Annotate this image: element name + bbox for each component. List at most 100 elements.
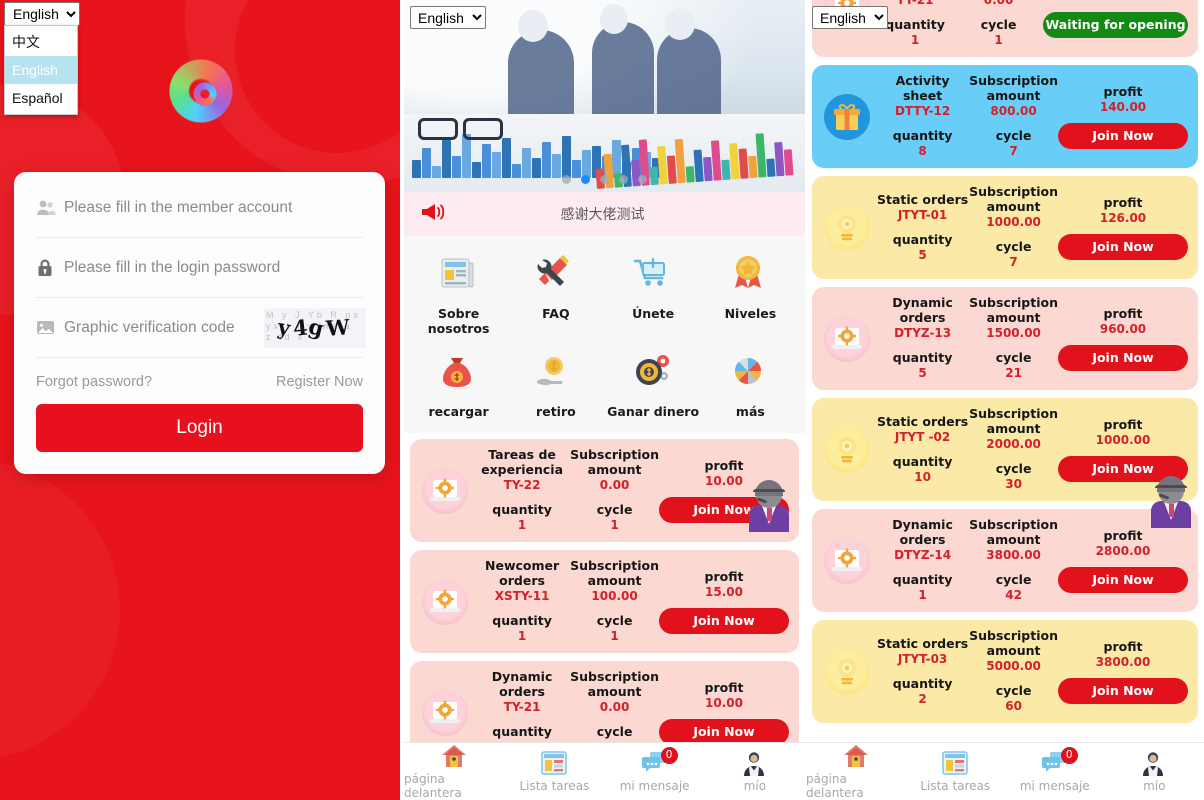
card-action-col: profit10.00Waiting for opening — [1043, 0, 1188, 38]
menu-item-8[interactable]: más — [702, 350, 799, 419]
menu-item-6[interactable]: retiro — [507, 350, 604, 419]
right-language-selector[interactable]: English — [812, 6, 888, 29]
card-cta-button[interactable]: Join Now — [1058, 123, 1188, 149]
customer-service-avatar[interactable] — [749, 480, 789, 532]
right-language-select[interactable]: English — [812, 6, 888, 29]
card-code: JTYT -02 — [894, 429, 951, 444]
card-quantity-label: quantity — [892, 350, 953, 365]
menu-item-2[interactable]: FAQ — [507, 252, 604, 336]
quick-menu-grid: Sobre nosotros FAQ Únete Niveles recargar ret… — [404, 236, 805, 433]
tab-página-delantera[interactable]: página delantera — [806, 743, 906, 800]
card-subscription-value: 5000.00 — [986, 659, 1041, 673]
carousel-dot[interactable] — [600, 175, 609, 184]
card-cta-button[interactable]: Join Now — [659, 608, 789, 634]
task-card[interactable]: Dynamic orders DTYZ-13 quantity 5 Subscripti… — [812, 287, 1198, 390]
card-amount-col: Subscription amount0.00 cycle1 — [570, 447, 659, 534]
bottom-tab-bar: página delantera Lista tareas 0 mi mensaje m… — [806, 742, 1204, 800]
card-profit-label: profit — [1103, 84, 1143, 99]
card-title: Tareas de experiencia — [481, 447, 564, 477]
tab-mi-mensaje[interactable]: 0 mi mensaje — [1005, 743, 1105, 800]
bulb-icon — [824, 426, 870, 473]
card-amount-col: Subscription amount 1500.00 cycle 21 — [969, 295, 1058, 382]
card-cta-button[interactable]: Waiting for opening — [1043, 12, 1188, 38]
card-icon-wrap — [416, 467, 474, 514]
carousel-dots[interactable] — [404, 175, 805, 184]
megaphone-icon — [420, 202, 446, 227]
tab-mi-mensaje[interactable]: 0 mi mensaje — [605, 743, 705, 800]
task-card[interactable]: Tareas de experiencia TY-22 quantity 1 Subsc… — [410, 439, 799, 542]
recharge-moneybag-icon — [436, 350, 482, 396]
menu-item-7[interactable]: Ganar dinero — [605, 350, 702, 419]
card-cycle-label: cycle — [596, 502, 633, 517]
task-card[interactable]: Dynamic orders DTYZ-14 quantity 1 Subscripti… — [812, 509, 1198, 612]
card-cycle-value: 1 — [994, 33, 1003, 47]
middle-language-selector[interactable]: English — [410, 6, 486, 29]
carousel-dot[interactable] — [638, 175, 647, 184]
middle-language-select[interactable]: English — [410, 6, 486, 29]
language-dropdown-list[interactable]: 中文 English Español — [4, 25, 78, 115]
card-cycle-label: cycle — [980, 17, 1017, 32]
task-card[interactable]: Activity sheet DTTY-12 quantity 8 Subscripti… — [812, 65, 1198, 168]
account-input[interactable] — [64, 198, 363, 217]
laptop-gear-icon — [824, 315, 870, 362]
card-columns: Static orders JTYT-03 quantity 2 Subscriptio… — [876, 628, 1188, 715]
card-title: Dynamic orders — [491, 669, 553, 699]
card-title-col: Dynamic orders DTYZ-13 quantity 5 — [876, 295, 969, 382]
menu-item-5[interactable]: recargar — [410, 350, 507, 419]
tab-página-delantera[interactable]: página delantera — [404, 743, 504, 800]
card-title-col: Static orders JTYT-01 quantity 5 — [876, 192, 969, 264]
task-card[interactable]: Static orders JTYT -02 quantity 10 Subscript… — [812, 398, 1198, 501]
card-subscription-label: Subscription amount — [570, 669, 659, 699]
language-option-zh[interactable]: 中文 — [5, 28, 77, 56]
language-selector[interactable]: English — [4, 2, 80, 26]
card-title-col: Activity sheet DTTY-12 quantity 8 — [876, 73, 969, 160]
forgot-password-link[interactable]: Forgot password? — [36, 374, 152, 390]
menu-item-4[interactable]: Niveles — [702, 252, 799, 336]
about-us-icon — [436, 252, 482, 298]
task-card[interactable]: Static orders JTYT-03 quantity 2 Subscriptio… — [812, 620, 1198, 723]
card-cta-button[interactable]: Join Now — [1058, 345, 1188, 371]
card-cta-button[interactable]: Join Now — [1058, 234, 1188, 260]
tab-lista-tareas[interactable]: Lista tareas — [504, 743, 604, 800]
register-now-link[interactable]: Register Now — [276, 374, 363, 390]
bulb-icon — [824, 648, 870, 695]
task-card[interactable]: Newcomer orders XSTY-11 quantity 1 Subscript… — [410, 550, 799, 653]
menu-item-1[interactable]: Sobre nosotros — [410, 252, 507, 336]
captcha-image[interactable]: M y J Yb R px yx t j w ла a z td s y4gW — [264, 307, 366, 348]
card-subscription-label: Subscription amount — [969, 73, 1058, 103]
notice-bar[interactable]: 感谢大佬测试 — [404, 192, 805, 236]
card-title-col: Dynamic orders DTYZ-14 quantity 1 — [876, 517, 969, 604]
task-card[interactable]: Static orders JTYT-01 quantity 5 Subscriptio… — [812, 176, 1198, 279]
card-subscription-value: 1000.00 — [986, 215, 1041, 229]
customer-service-avatar[interactable] — [1151, 476, 1191, 528]
card-cycle-value: 42 — [1005, 588, 1022, 602]
tab-mío[interactable]: mío — [705, 743, 805, 800]
login-button[interactable]: Login — [36, 404, 363, 452]
carousel-dot[interactable] — [581, 175, 590, 184]
profile-icon — [1140, 750, 1168, 776]
language-select[interactable]: English — [4, 2, 80, 26]
right-mobile-panel: English Dynamic ordersTY-21quantity1Subs… — [805, 0, 1204, 800]
laptop-gear-icon — [422, 689, 468, 736]
password-input[interactable] — [64, 258, 363, 277]
faq-tools-icon — [533, 252, 579, 298]
card-cta-button[interactable]: Join Now — [1058, 678, 1188, 704]
captcha-field-row[interactable]: M y J Yb R px yx t j w ла a z td s y4gW — [36, 298, 366, 358]
menu-item-3[interactable]: Únete — [605, 252, 702, 336]
captcha-input[interactable] — [64, 318, 264, 337]
card-profit-label: profit — [1103, 417, 1143, 432]
password-field-row[interactable] — [36, 238, 363, 298]
card-subscription-label: Subscription amount — [570, 558, 659, 588]
card-quantity-label: quantity — [892, 453, 953, 469]
carousel-dot[interactable] — [562, 175, 571, 184]
card-cta-button[interactable]: Join Now — [1058, 567, 1188, 593]
card-amount-col: Subscription amount 100.00 cycle 1 — [570, 558, 659, 645]
carousel-dot[interactable] — [619, 175, 628, 184]
card-icon-wrap — [818, 204, 876, 251]
account-field-row[interactable] — [36, 178, 363, 238]
tab-mío[interactable]: mío — [1105, 743, 1204, 800]
tab-lista-tareas[interactable]: Lista tareas — [906, 743, 1006, 800]
language-option-es[interactable]: Español — [5, 84, 77, 112]
card-profit-value: 960.00 — [1099, 322, 1147, 336]
language-option-en[interactable]: English — [5, 56, 77, 84]
